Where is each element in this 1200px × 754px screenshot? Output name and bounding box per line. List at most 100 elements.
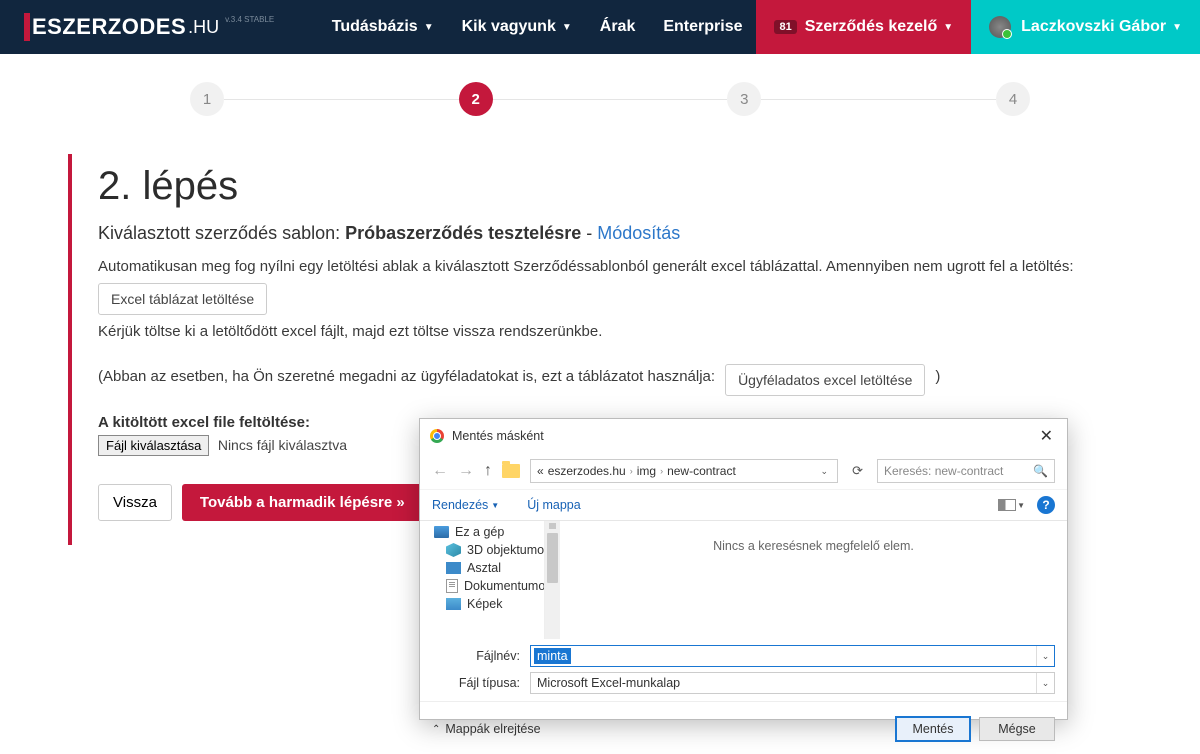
pictures-icon <box>446 598 461 610</box>
page-title: 2. lépés <box>98 164 1078 209</box>
save-as-dialog: Mentés másként ✕ ← → ↑ « eszerzodes.hu ›… <box>419 418 1068 720</box>
client-excel-row: (Abban az esetben, ha Ön szeretné megadn… <box>98 364 1078 396</box>
version-badge: v.3.4 STABLE <box>225 15 274 24</box>
empty-message: Nincs a keresésnek megfelelő elem. <box>713 539 914 639</box>
chevron-right-icon: › <box>660 466 663 476</box>
dialog-fields: Fájlnév: minta ⌄ Fájl típusa: Microsoft … <box>420 639 1067 701</box>
help-icon[interactable]: ? <box>1037 496 1055 514</box>
chevron-up-icon: ⌃ <box>432 724 440 735</box>
monitor-icon <box>434 526 449 538</box>
step-line <box>493 99 728 100</box>
caret-down-icon: ▼ <box>562 22 572 33</box>
nav-pricing[interactable]: Árak <box>586 0 650 54</box>
dash: - <box>581 223 597 243</box>
nav-up-icon[interactable]: ↑ <box>484 462 492 480</box>
download-excel-button[interactable]: Excel táblázat letöltése <box>98 283 267 315</box>
breadcrumb-segment[interactable]: eszerzodes.hu <box>548 464 626 478</box>
logo-text: ESZERZODES <box>32 14 186 40</box>
caret-down-icon: ▼ <box>424 22 434 33</box>
step-line <box>761 99 996 100</box>
sidebar-item-pictures[interactable]: Képek <box>434 595 544 613</box>
sidebar-item-this-pc[interactable]: Ez a gép <box>434 523 544 541</box>
step-4[interactable]: 4 <box>996 82 1030 116</box>
new-folder-button[interactable]: Új mappa <box>527 498 581 512</box>
nav-label: Szerződés kezelő <box>805 18 938 36</box>
dialog-title: Mentés másként <box>452 429 544 443</box>
save-button[interactable]: Mentés <box>895 716 971 742</box>
organize-label: Rendezés <box>432 498 488 512</box>
step-2[interactable]: 2 <box>459 82 493 116</box>
nav-label: Enterprise <box>663 18 742 36</box>
selected-prefix: Kiválasztott szerződés sablon: <box>98 223 345 243</box>
dialog-titlebar: Mentés másként ✕ <box>420 419 1067 453</box>
cube-icon <box>446 543 461 557</box>
refresh-icon[interactable]: ⟳ <box>848 463 867 479</box>
nav-contract-manager[interactable]: 81 Szerződés kezelő ▼ <box>756 0 971 54</box>
folder-tree: Ez a gép 3D objektumok Asztal Dokumentum… <box>420 521 544 639</box>
chevron-right-icon: › <box>630 466 633 476</box>
chrome-icon <box>430 429 444 443</box>
step-1[interactable]: 1 <box>190 82 224 116</box>
chevron-down-icon[interactable]: ⌄ <box>818 466 832 477</box>
sidebar-scrollbar[interactable] <box>544 521 560 639</box>
dialog-nav-row: ← → ↑ « eszerzodes.hu › img › new-contra… <box>420 453 1067 489</box>
selected-template-name: Próbaszerződés tesztelésre <box>345 223 581 243</box>
search-icon: 🔍 <box>1033 464 1048 478</box>
nav-about[interactable]: Kik vagyunk ▼ <box>448 0 586 54</box>
nav-back-icon[interactable]: ← <box>432 462 448 480</box>
view-mode-icon[interactable] <box>998 499 1016 511</box>
dialog-body: Ez a gép 3D objektumok Asztal Dokumentum… <box>420 521 1067 639</box>
organize-menu[interactable]: Rendezés ▼ <box>432 498 499 512</box>
close-icon[interactable]: ✕ <box>1036 426 1057 446</box>
nav-label: Árak <box>600 18 636 36</box>
avatar-icon <box>989 16 1011 38</box>
filetype-value: Microsoft Excel-munkalap <box>531 676 680 690</box>
choose-file-button[interactable]: Fájl kiválasztása <box>98 435 209 456</box>
nav-label: Tudásbázis <box>332 18 418 36</box>
filename-value: minta <box>534 648 571 664</box>
nav-enterprise[interactable]: Enterprise <box>649 0 756 54</box>
filename-input[interactable]: minta ⌄ <box>530 645 1055 667</box>
scrollbar-thumb[interactable] <box>547 533 558 583</box>
next-step-button[interactable]: Tovább a harmadik lépésre » <box>182 484 423 521</box>
file-list-empty: Nincs a keresésnek megfelelő elem. <box>560 521 1067 639</box>
modify-link[interactable]: Módosítás <box>597 223 680 243</box>
step-3[interactable]: 3 <box>727 82 761 116</box>
logo[interactable]: ESZERZODES .HU v.3.4 STABLE <box>0 13 274 41</box>
user-name: Laczkovszki Gábor <box>1021 18 1166 36</box>
search-input[interactable]: Keresés: new-contract 🔍 <box>877 459 1055 483</box>
logo-bar-icon <box>24 13 30 41</box>
step-indicator: 1 2 3 4 <box>0 54 1200 144</box>
instruction-text-1: Automatikusan meg fog nyílni egy letölté… <box>98 258 1078 275</box>
caret-down-icon: ▼ <box>943 22 953 33</box>
selected-template-line: Kiválasztott szerződés sablon: Próbaszer… <box>98 223 1078 244</box>
sidebar-item-desktop[interactable]: Asztal <box>434 559 544 577</box>
sidebar-item-3d-objects[interactable]: 3D objektumok <box>434 541 544 559</box>
folder-icon <box>502 464 520 478</box>
hide-folders-label: Mappák elrejtése <box>445 722 540 736</box>
cancel-button[interactable]: Mégse <box>979 717 1055 741</box>
sidebar-item-documents[interactable]: Dokumentumok <box>434 577 544 595</box>
breadcrumb-segment[interactable]: img <box>637 464 656 478</box>
step-line <box>224 99 459 100</box>
filename-label: Fájlnév: <box>432 649 530 663</box>
nav-label: Kik vagyunk <box>462 18 556 36</box>
nav-knowledgebase[interactable]: Tudásbázis ▼ <box>318 0 448 54</box>
nav-forward-icon[interactable]: → <box>458 462 474 480</box>
chevron-down-icon[interactable]: ⌄ <box>1036 646 1054 666</box>
file-status-text: Nincs fájl kiválasztva <box>218 437 347 453</box>
breadcrumb-segment: « <box>537 464 544 478</box>
nav-user-menu[interactable]: Laczkovszki Gábor ▼ <box>971 0 1200 54</box>
filetype-select[interactable]: Microsoft Excel-munkalap ⌄ <box>530 672 1055 694</box>
breadcrumb[interactable]: « eszerzodes.hu › img › new-contract ⌄ <box>530 459 838 483</box>
breadcrumb-segment[interactable]: new-contract <box>667 464 736 478</box>
app-header: ESZERZODES .HU v.3.4 STABLE Tudásbázis ▼… <box>0 0 1200 54</box>
caret-down-icon: ▼ <box>491 501 499 510</box>
client-excel-prefix: (Abban az esetben, ha Ön szeretné megadn… <box>98 368 715 385</box>
download-client-excel-button[interactable]: Ügyféladatos excel letöltése <box>725 364 925 396</box>
document-icon <box>446 579 458 593</box>
back-button[interactable]: Vissza <box>98 484 172 521</box>
chevron-down-icon[interactable]: ⌄ <box>1036 673 1054 693</box>
hide-folders-toggle[interactable]: ⌃ Mappák elrejtése <box>432 722 541 736</box>
caret-down-icon[interactable]: ▼ <box>1017 501 1025 510</box>
